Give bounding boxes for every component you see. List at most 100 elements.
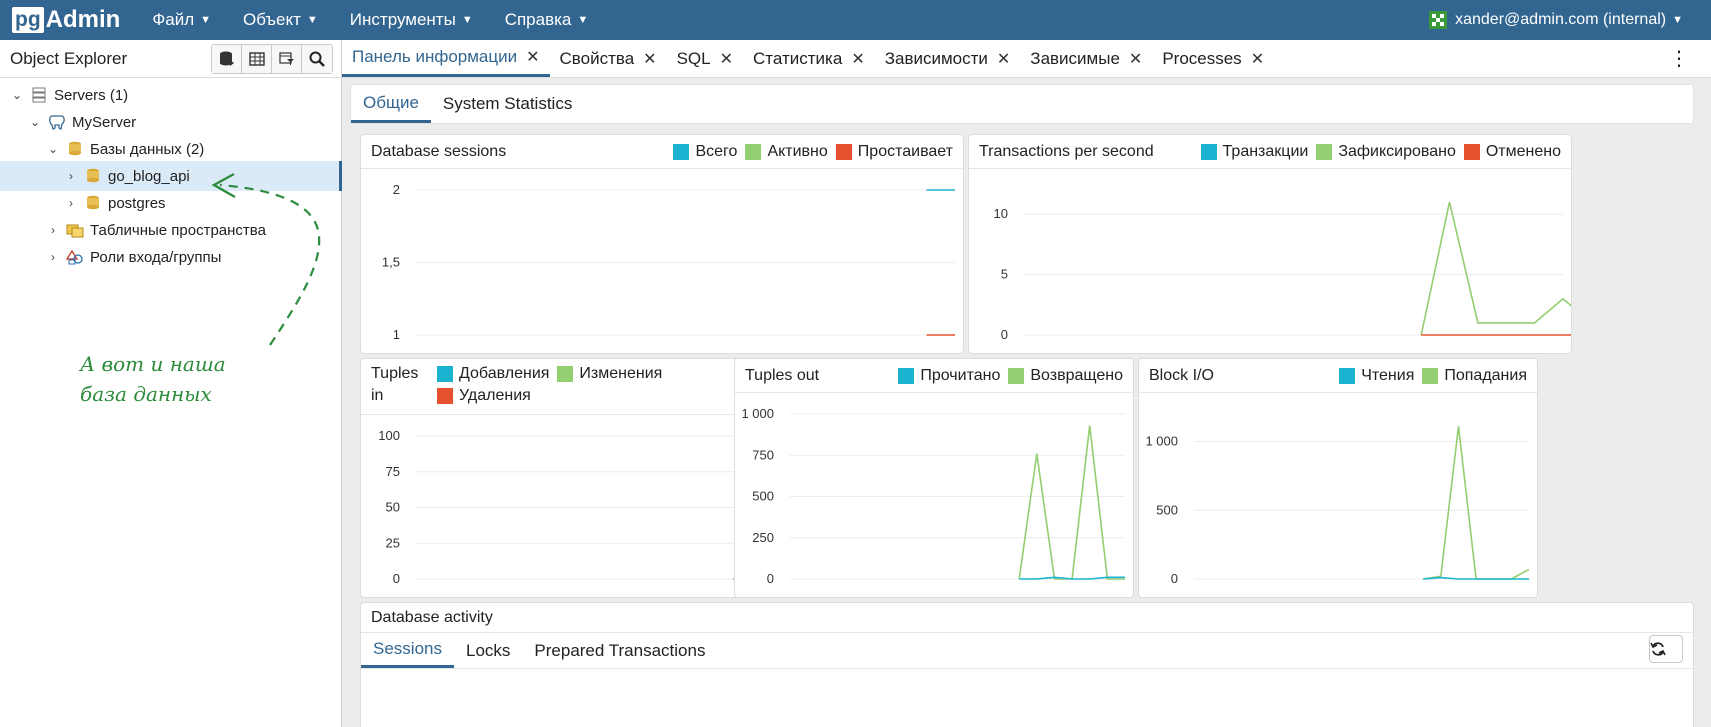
tab-sessions[interactable]: Sessions: [361, 633, 454, 668]
menu-object[interactable]: Объект ▼: [243, 10, 318, 30]
close-icon[interactable]: ✕: [1251, 49, 1264, 69]
search-objects-button[interactable]: [302, 44, 332, 73]
chevron-down-icon: ▼: [200, 14, 212, 26]
tab-label: Свойства: [559, 48, 635, 68]
more-options-icon[interactable]: ⋮: [1669, 46, 1689, 71]
chart-card-tuples-out: Tuples out Прочитано Возвращено 0 250 500 7…: [734, 358, 1134, 598]
user-menu[interactable]: xander@admin.com (internal) ▼: [1429, 0, 1683, 40]
tab-properties[interactable]: Свойства ✕: [550, 40, 667, 77]
refresh-button[interactable]: [1649, 635, 1683, 663]
legend-item[interactable]: Изменения: [557, 363, 662, 385]
chart-header: Transactions per second Транзакции Зафик…: [969, 135, 1571, 169]
y-tick-label: 0: [1171, 571, 1178, 586]
legend-item[interactable]: Добавления: [437, 363, 549, 385]
y-tick-label: 2: [393, 182, 400, 197]
tab-label: SQL: [676, 48, 711, 68]
chart-card-block-io: Block I/O Чтения Попадания 0 500 1 000: [1138, 358, 1538, 598]
legend-item[interactable]: Чтения: [1339, 367, 1414, 385]
menu-tools[interactable]: Инструменты ▼: [350, 10, 473, 30]
table-icon: [248, 51, 265, 66]
close-icon[interactable]: ✕: [720, 49, 733, 69]
menu-file[interactable]: Файл ▼: [152, 10, 211, 30]
user-avatar-icon: [1429, 11, 1448, 29]
tab-label: Статистика: [753, 48, 843, 68]
dashboard-subtabs: Общие System Statistics: [350, 84, 1694, 124]
tree-node-myserver[interactable]: ⌄ MyServer: [0, 107, 342, 137]
search-icon: [309, 51, 325, 67]
legend-swatch: [898, 368, 915, 384]
view-data-button[interactable]: [242, 44, 272, 73]
y-tick-label: 1: [393, 327, 400, 342]
close-icon[interactable]: ✕: [1129, 49, 1142, 69]
tab-dependencies[interactable]: Зависимости ✕: [875, 40, 1021, 77]
tree-node-label: Servers (1): [54, 86, 129, 104]
legend-label: Попадания: [1444, 367, 1527, 384]
chart-legend: Добавления Изменения Удаления: [429, 359, 749, 407]
logo-admin: Admin: [45, 6, 121, 33]
legend-item[interactable]: Прочитано: [898, 367, 1000, 385]
chevron-right-icon[interactable]: ›: [46, 223, 60, 237]
chart-title: Transactions per second: [979, 143, 1154, 160]
tab-dependents[interactable]: Зависимые ✕: [1020, 40, 1152, 77]
legend-item[interactable]: Активно: [745, 143, 828, 161]
legend-item[interactable]: Простаивает: [835, 143, 953, 161]
filtered-rows-button[interactable]: [272, 44, 302, 73]
y-tick-label: 10: [994, 206, 1008, 221]
y-tick-label: 250: [752, 530, 774, 545]
activity-tabs: Sessions Locks Prepared Transactions: [361, 633, 1693, 669]
legend-item[interactable]: Возвращено: [1008, 367, 1123, 385]
subtab-general[interactable]: Общие: [351, 85, 431, 123]
chevron-down-icon[interactable]: ⌄: [28, 115, 42, 129]
subtab-system-statistics[interactable]: System Statistics: [431, 85, 584, 123]
tab-locks[interactable]: Locks: [454, 633, 522, 668]
pgadmin-logo[interactable]: pg Admin: [12, 6, 120, 34]
logo-pg: pg: [12, 7, 44, 33]
menu-help[interactable]: Справка ▼: [505, 10, 589, 30]
tab-prepared-transactions[interactable]: Prepared Transactions: [522, 633, 717, 668]
chevron-down-icon[interactable]: ⌄: [10, 88, 24, 102]
legend-item[interactable]: Зафиксировано: [1316, 143, 1456, 161]
close-icon[interactable]: ✕: [526, 47, 539, 67]
chevron-right-icon[interactable]: ›: [46, 250, 60, 264]
legend-label: Чтения: [1361, 367, 1415, 384]
legend-item[interactable]: Попадания: [1422, 367, 1527, 385]
query-tool-button[interactable]: [212, 44, 242, 73]
menu-help-label: Справка: [504, 10, 572, 29]
tab-label: Панель информации: [352, 47, 518, 66]
tab-processes[interactable]: Processes ✕: [1152, 40, 1274, 77]
tab-statistics[interactable]: Статистика ✕: [743, 40, 875, 77]
tree-node-servers[interactable]: ⌄ Servers (1): [0, 80, 342, 110]
close-icon[interactable]: ✕: [851, 49, 864, 69]
chart-legend: Транзакции Зафиксировано Отменено: [1193, 135, 1561, 161]
database-query-icon: [219, 51, 234, 66]
tab-dashboard[interactable]: Панель информации ✕: [342, 40, 550, 77]
chart-header: Tuples out Прочитано Возвращено: [735, 359, 1133, 393]
legend-swatch: [1463, 144, 1480, 160]
legend-item[interactable]: Отменено: [1463, 143, 1561, 161]
close-icon[interactable]: ✕: [997, 49, 1010, 69]
postgres-elephant-icon: [49, 115, 65, 130]
chevron-right-icon[interactable]: ›: [64, 196, 78, 210]
tab-label: Sessions: [373, 639, 442, 658]
legend-item[interactable]: Всего: [673, 143, 737, 161]
chart-title: Block I/O: [1149, 367, 1214, 384]
y-tick-label: 500: [1156, 502, 1178, 517]
tab-sql[interactable]: SQL ✕: [667, 40, 743, 77]
chevron-down-icon[interactable]: ⌄: [46, 142, 60, 156]
y-tick-label: 1 000: [1145, 434, 1178, 449]
legend-swatch: [437, 388, 453, 404]
legend-item[interactable]: Транзакции: [1200, 143, 1308, 161]
legend-swatch: [557, 366, 574, 382]
chart-title: Tuples in: [371, 359, 418, 407]
tree-node-databases[interactable]: ⌄ Базы данных (2): [0, 134, 342, 164]
y-tick-label: 1 000: [741, 406, 774, 421]
close-icon[interactable]: ✕: [643, 49, 656, 69]
legend-item[interactable]: Удаления: [437, 385, 531, 407]
chart-plot-tuples-in: 0 25 50 75 100: [378, 428, 751, 586]
chart-plot-database-sessions: 11,52: [382, 182, 955, 342]
y-tick-label: 0: [767, 571, 774, 586]
chevron-right-icon[interactable]: ›: [64, 169, 78, 183]
legend-label: Активно: [767, 143, 828, 160]
y-tick-label: 0: [393, 571, 400, 586]
legend-swatch: [835, 144, 852, 160]
